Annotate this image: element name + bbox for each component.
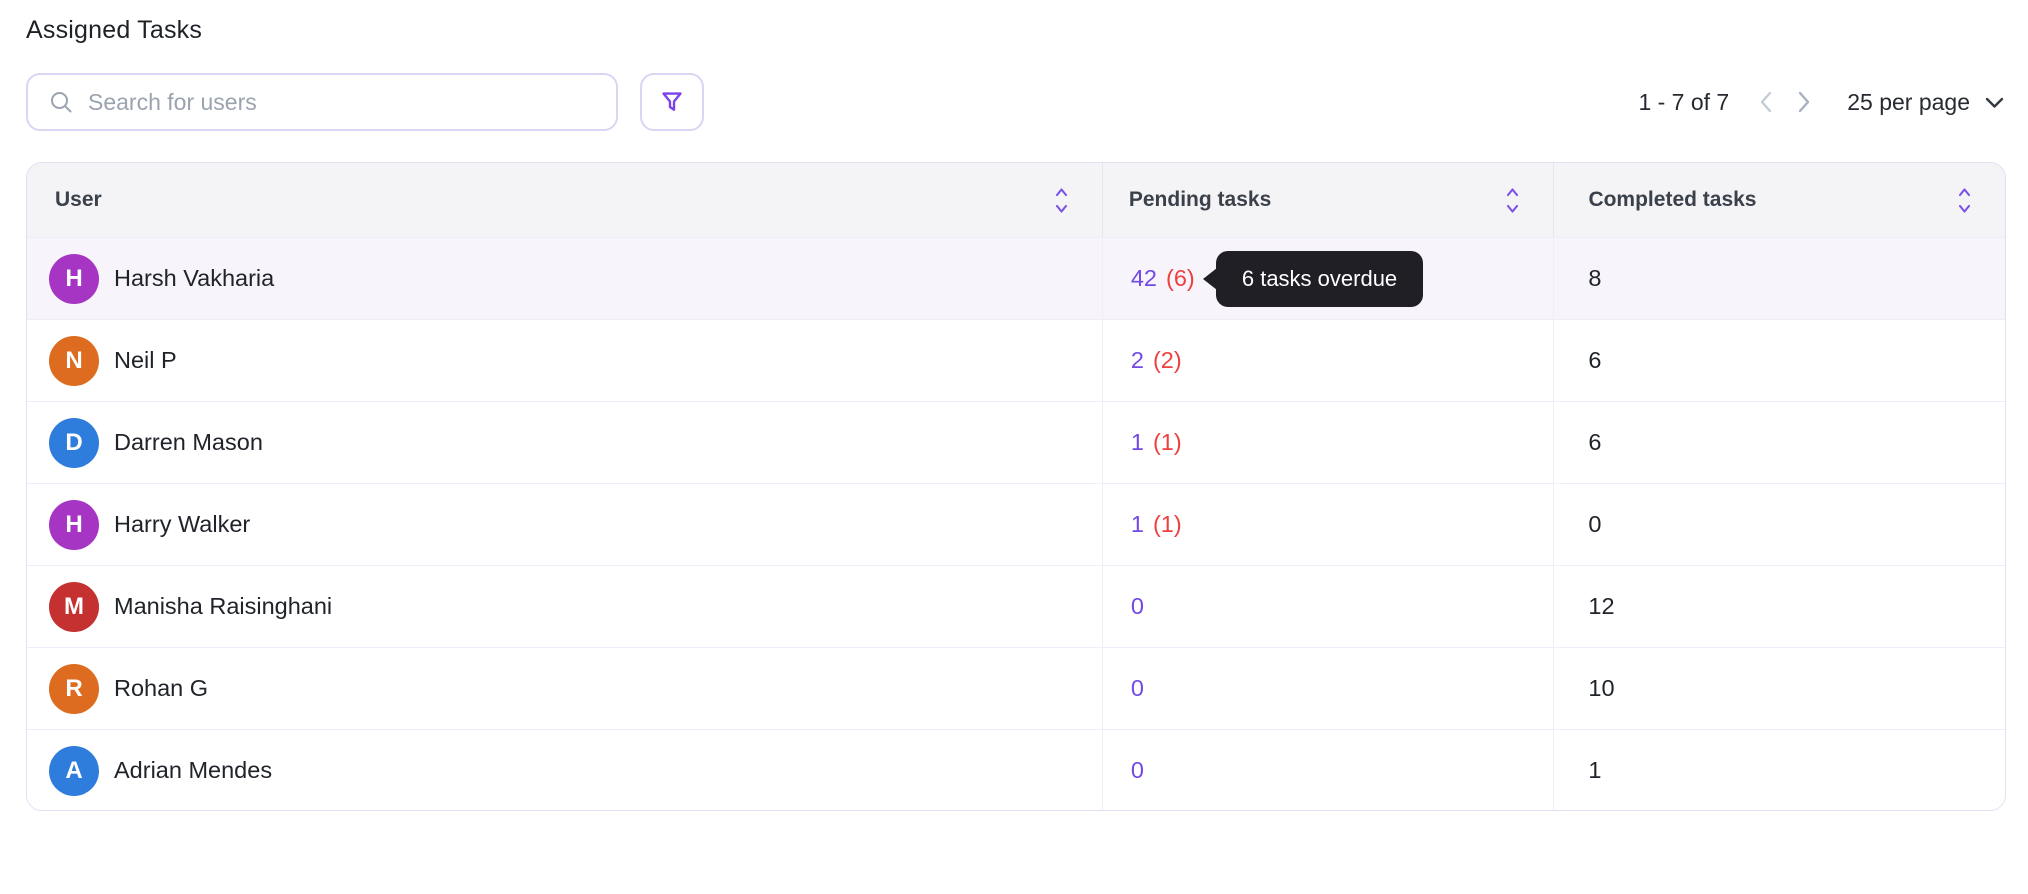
user-name: Harsh Vakharia	[114, 265, 274, 292]
chevron-right-icon	[1796, 88, 1812, 116]
user-cell: D Darren Mason	[27, 402, 1102, 483]
tooltip-arrow	[1203, 268, 1217, 290]
tooltip-text: 6 tasks overdue	[1242, 266, 1397, 292]
filter-button[interactable]	[640, 73, 704, 131]
user-name: Neil P	[114, 347, 177, 374]
overdue-count: (2)	[1153, 347, 1182, 374]
pending-tasks-cell: 1 (1)	[1102, 484, 1554, 565]
table-row[interactable]: A Adrian Mendes 0 1	[27, 729, 2005, 811]
avatar: H	[49, 500, 99, 550]
column-label: User	[55, 188, 102, 212]
avatar-initial: H	[65, 265, 82, 293]
overdue-count: (1)	[1153, 511, 1182, 538]
next-page-button[interactable]	[1785, 88, 1823, 116]
avatar: H	[49, 254, 99, 304]
completed-count: 6	[1588, 347, 1601, 374]
pagination-range: 1 - 7 of 7	[1638, 89, 1729, 116]
completed-count: 0	[1588, 511, 1601, 538]
pending-tasks-cell: 0	[1102, 566, 1554, 647]
pending-count[interactable]: 0	[1131, 675, 1144, 702]
column-header-completed-tasks[interactable]: Completed tasks	[1553, 163, 2005, 237]
pending-tasks-cell: 0	[1102, 730, 1554, 811]
pending-count[interactable]: 0	[1131, 757, 1144, 784]
toolbar: 1 - 7 of 7 25 per page	[26, 73, 2006, 131]
completed-count: 8	[1588, 265, 1601, 292]
sort-chevrons-icon[interactable]	[1956, 184, 1973, 217]
completed-tasks-cell: 6	[1553, 320, 2005, 401]
page-title: Assigned Tasks	[26, 16, 202, 45]
pending-tasks-cell: 42 (6) 6 tasks overdue	[1102, 238, 1554, 319]
completed-count: 1	[1588, 757, 1601, 784]
sort-chevrons-icon[interactable]	[1053, 184, 1070, 217]
avatar-initial: N	[65, 347, 82, 375]
pending-count[interactable]: 42	[1131, 265, 1157, 292]
user-cell: A Adrian Mendes	[27, 730, 1102, 811]
completed-tasks-cell: 10	[1553, 648, 2005, 729]
avatar-initial: D	[65, 429, 82, 457]
pending-tasks-cell: 0	[1102, 648, 1554, 729]
user-cell: R Rohan G	[27, 648, 1102, 729]
avatar: A	[49, 746, 99, 796]
avatar-initial: H	[65, 511, 82, 539]
overdue-count: (1)	[1153, 429, 1182, 456]
pending-count[interactable]: 1	[1131, 429, 1144, 456]
completed-count: 10	[1588, 675, 1614, 702]
table-row[interactable]: R Rohan G 0 10	[27, 647, 2005, 729]
pending-count[interactable]: 2	[1131, 347, 1144, 374]
column-header-pending-tasks[interactable]: Pending tasks	[1102, 163, 1554, 237]
completed-tasks-cell: 0	[1553, 484, 2005, 565]
avatar-initial: M	[64, 593, 84, 621]
overdue-count: (6)	[1166, 265, 1195, 292]
user-name: Manisha Raisinghani	[114, 593, 332, 620]
filter-funnel-icon	[657, 87, 687, 117]
completed-count: 6	[1588, 429, 1601, 456]
user-cell: M Manisha Raisinghani	[27, 566, 1102, 647]
column-header-user[interactable]: User	[27, 163, 1102, 237]
search-icon	[48, 89, 74, 115]
user-name: Harry Walker	[114, 511, 250, 538]
search-box[interactable]	[26, 73, 618, 131]
user-cell: H Harsh Vakharia	[27, 238, 1102, 319]
pagination: 1 - 7 of 7 25 per page	[1638, 88, 2006, 116]
sort-chevrons-icon[interactable]	[1504, 184, 1521, 217]
user-cell: H Harry Walker	[27, 484, 1102, 565]
user-cell: N Neil P	[27, 320, 1102, 401]
tooltip: 6 tasks overdue	[1216, 251, 1423, 307]
completed-tasks-cell: 6	[1553, 402, 2005, 483]
completed-tasks-cell: 8	[1553, 238, 2005, 319]
pending-count[interactable]: 0	[1131, 593, 1144, 620]
table-row[interactable]: H Harsh Vakharia 42 (6) 6 tasks overdue …	[27, 237, 2005, 319]
pending-tasks-cell: 2 (2)	[1102, 320, 1554, 401]
table-row[interactable]: N Neil P 2 (2) 6	[27, 319, 2005, 401]
user-name: Darren Mason	[114, 429, 263, 456]
prev-page-button[interactable]	[1747, 88, 1785, 116]
per-page-label: 25 per page	[1847, 89, 1970, 116]
search-input[interactable]	[88, 89, 596, 116]
pending-tasks-cell: 1 (1)	[1102, 402, 1554, 483]
user-name: Adrian Mendes	[114, 757, 272, 784]
column-label: Pending tasks	[1129, 188, 1271, 212]
column-label: Completed tasks	[1588, 188, 1756, 212]
user-name: Rohan G	[114, 675, 208, 702]
avatar: N	[49, 336, 99, 386]
avatar: D	[49, 418, 99, 468]
table-header: User Pending tasks Com	[27, 163, 2005, 237]
avatar-initial: A	[65, 757, 82, 785]
table-body: H Harsh Vakharia 42 (6) 6 tasks overdue …	[27, 237, 2005, 811]
assigned-tasks-page: Assigned Tasks 1 - 7 of 7	[0, 0, 2028, 894]
per-page-dropdown[interactable]: 25 per page	[1847, 89, 2006, 116]
pending-count[interactable]: 1	[1131, 511, 1144, 538]
table-row[interactable]: D Darren Mason 1 (1) 6	[27, 401, 2005, 483]
assigned-tasks-table: User Pending tasks Com	[26, 162, 2006, 811]
avatar-initial: R	[65, 675, 82, 703]
completed-tasks-cell: 1	[1553, 730, 2005, 811]
chevron-down-icon	[1983, 95, 2006, 110]
avatar: R	[49, 664, 99, 714]
table-row[interactable]: H Harry Walker 1 (1) 0	[27, 483, 2005, 565]
completed-count: 12	[1588, 593, 1614, 620]
chevron-left-icon	[1758, 88, 1774, 116]
completed-tasks-cell: 12	[1553, 566, 2005, 647]
avatar: M	[49, 582, 99, 632]
table-row[interactable]: M Manisha Raisinghani 0 12	[27, 565, 2005, 647]
